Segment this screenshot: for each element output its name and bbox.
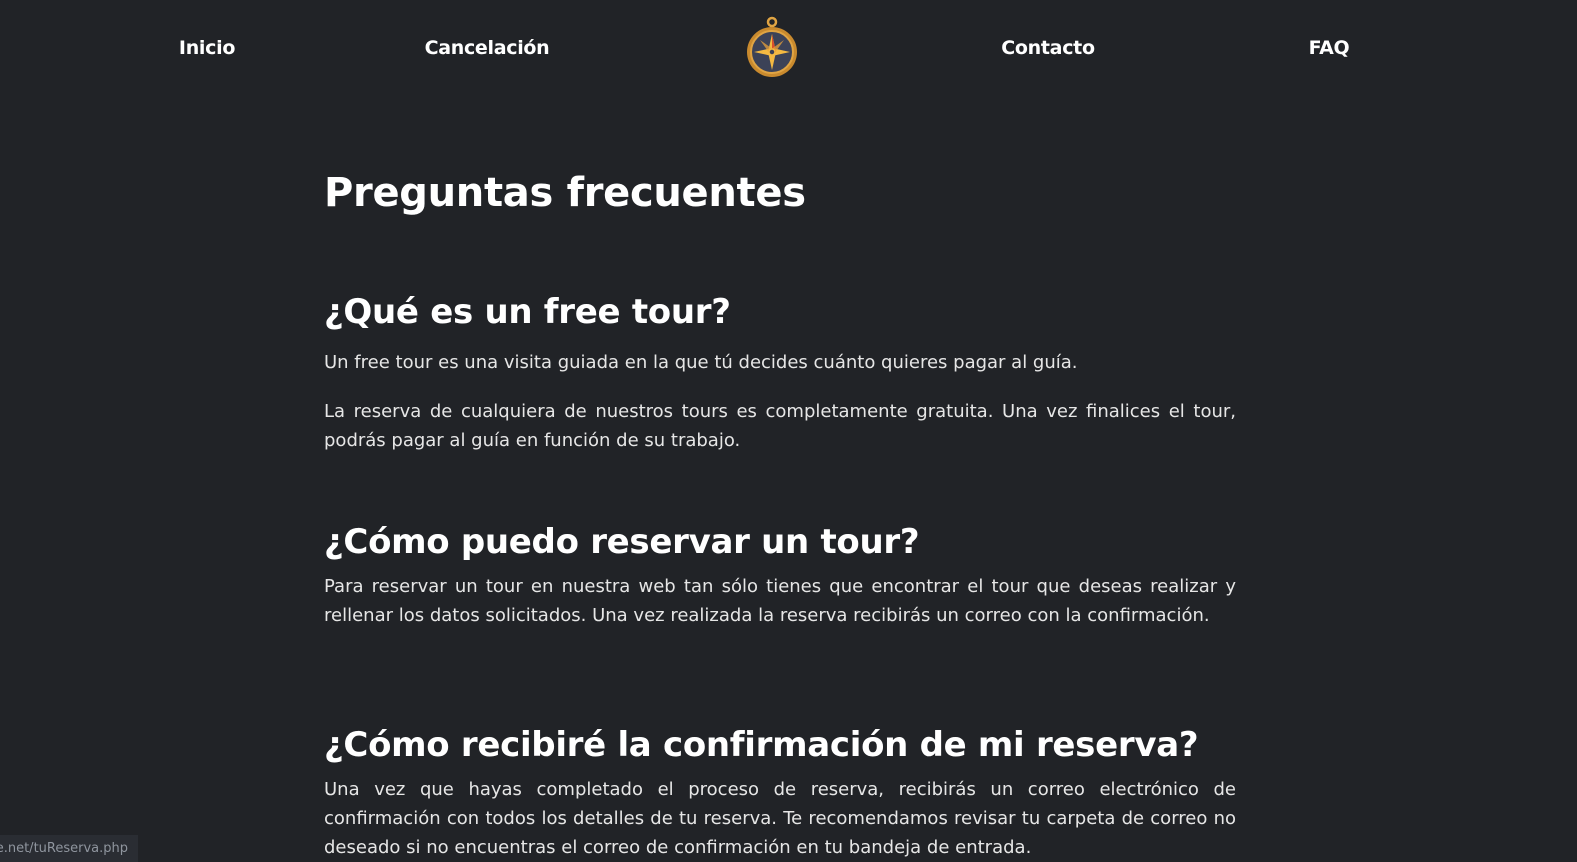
faq-answer: Un free tour es una visita guiada en la …: [324, 352, 1078, 373]
nav-link-cancelacion[interactable]: Cancelación: [425, 36, 550, 60]
faq-answer: Para reservar un tour en nuestra web tan…: [324, 576, 1236, 626]
faq-answer: Una vez que hayas completado el proceso …: [324, 779, 1236, 858]
faq-question: ¿Cómo puedo reservar un tour?: [324, 522, 920, 562]
faq-question: ¿Cómo recibiré la confirmación de mi res…: [324, 725, 1199, 765]
faq-question: ¿Qué es un free tour?: [324, 292, 731, 332]
main-nav: Inicio Cancelación Contacto FAQ: [0, 0, 1577, 96]
nav-link-faq[interactable]: FAQ: [1309, 36, 1350, 60]
status-bar-url: e.net/tuReserva.php: [0, 835, 138, 862]
compass-logo[interactable]: [745, 16, 799, 80]
page-title: Preguntas frecuentes: [324, 170, 806, 216]
nav-link-inicio[interactable]: Inicio: [179, 36, 235, 60]
nav-link-contacto[interactable]: Contacto: [1001, 36, 1095, 60]
compass-icon: [747, 16, 797, 77]
faq-answer: La reserva de cualquiera de nuestros tou…: [324, 401, 1236, 451]
